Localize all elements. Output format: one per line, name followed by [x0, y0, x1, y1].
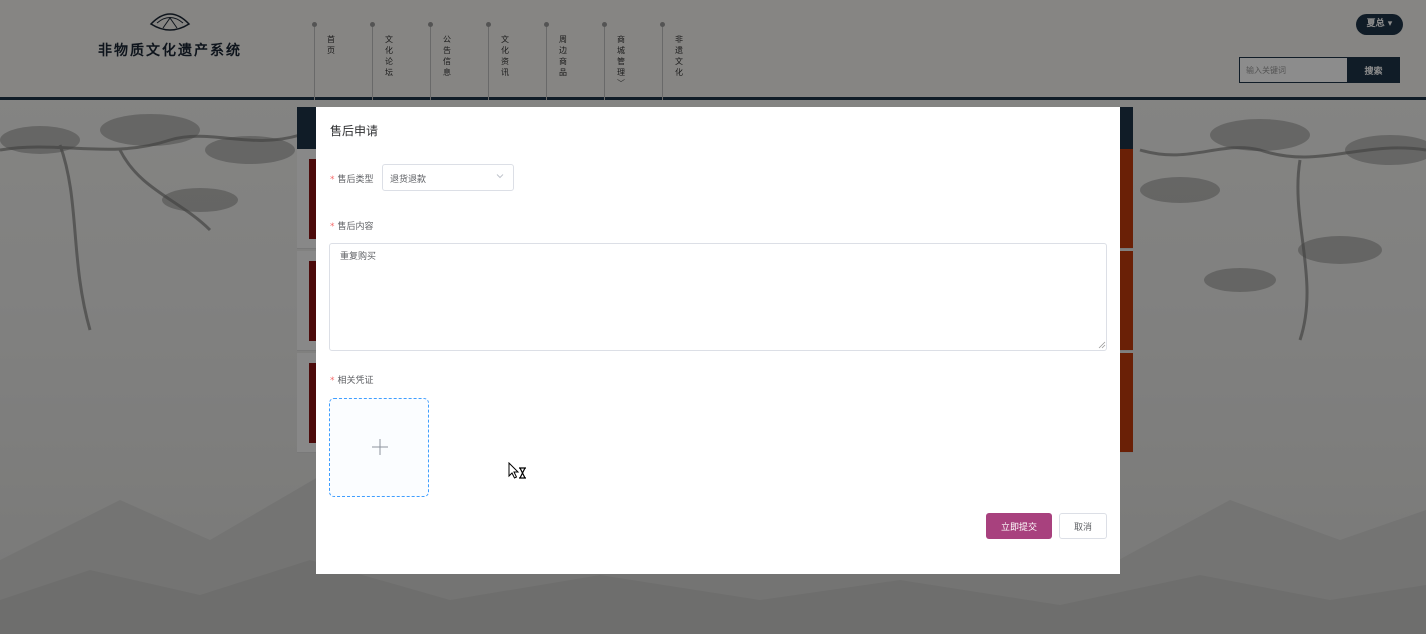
chevron-down-icon: [496, 174, 504, 179]
evidence-upload-box[interactable]: [329, 398, 429, 497]
type-field-label: * 售后类型: [330, 172, 374, 185]
required-mark: *: [330, 222, 335, 232]
busy-cursor-icon: [508, 462, 526, 479]
required-mark: *: [330, 175, 335, 185]
dialog-title: 售后申请: [330, 124, 379, 138]
evidence-field-label: * 相关凭证: [330, 373, 374, 386]
evidence-label-text: 相关凭证: [337, 376, 374, 386]
after-sales-type-select[interactable]: 退货退款: [382, 164, 514, 191]
type-label-text: 售后类型: [337, 175, 374, 185]
cancel-button[interactable]: 取消: [1059, 513, 1107, 539]
after-sales-content-textarea[interactable]: [329, 243, 1107, 351]
required-mark: *: [330, 376, 335, 386]
plus-icon: [372, 439, 388, 455]
content-field-label: * 售后内容: [330, 219, 374, 232]
select-value: 退货退款: [390, 175, 427, 185]
resize-grip-icon[interactable]: [1098, 341, 1106, 349]
after-sales-dialog: 售后申请 *售后类型 退货退款 *售后内容 *相关凭证 立即提交 取消: [316, 107, 1120, 574]
submit-button[interactable]: 立即提交: [986, 513, 1052, 539]
content-label-text: 售后内容: [337, 222, 374, 232]
